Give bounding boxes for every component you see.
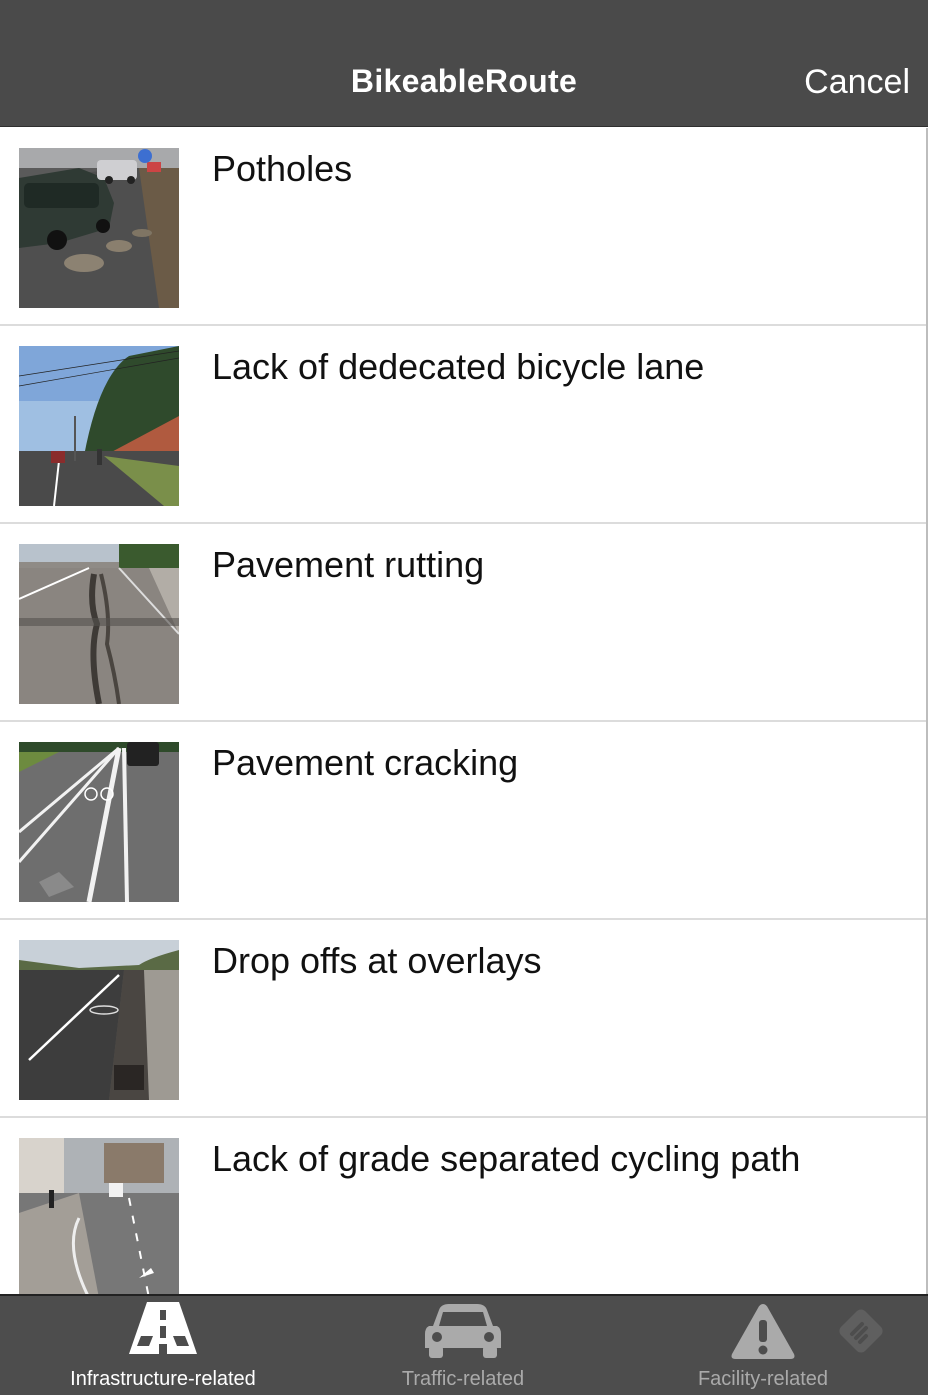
issue-label: Pavement rutting [212,544,485,585]
drop-off-photo [19,940,179,1100]
issue-label: Lack of grade separated cycling path [212,1138,801,1179]
cancel-button[interactable]: Cancel [804,63,910,102]
issue-label: Lack of dedecated bicycle lane [212,346,705,387]
issue-list: Potholes Lack of dedecated bicycle lane … [0,128,928,1294]
no-bike-lane-photo [19,346,179,506]
tab-label: Traffic-related [401,1368,525,1390]
list-item-rutting[interactable]: Pavement rutting [0,524,926,722]
app-root: BikeableRoute Cancel Potholes Lack of de… [0,0,928,1395]
list-item-potholes[interactable]: Potholes [0,128,926,326]
list-item-grade-separation[interactable]: Lack of grade separated cycling path [0,1118,926,1294]
rutting-photo [19,544,179,704]
feedback-icon[interactable] [836,1306,886,1361]
page-title: BikeableRoute [350,63,578,99]
cracking-photo [19,742,179,902]
issue-label: Pavement cracking [212,742,519,783]
warning-icon [730,1302,796,1365]
issue-label: Potholes [212,148,353,189]
tab-label: Infrastructure-related [70,1368,256,1390]
list-item-cracking[interactable]: Pavement cracking [0,722,926,920]
grade-separation-photo [19,1138,179,1294]
issue-label: Drop offs at overlays [212,940,542,981]
tab-bar: Infrastructure-related Traffic-related F… [0,1294,928,1395]
potholes-photo [19,148,179,308]
list-item-drop-offs[interactable]: Drop offs at overlays [0,920,926,1118]
road-icon [129,1302,197,1359]
car-icon [425,1302,501,1365]
tab-traffic[interactable]: Traffic-related [313,1296,613,1395]
list-item-bike-lane[interactable]: Lack of dedecated bicycle lane [0,326,926,524]
tab-infrastructure[interactable]: Infrastructure-related [13,1296,313,1395]
nav-header: BikeableRoute Cancel [0,0,928,127]
tab-label: Facility-related [697,1368,829,1390]
